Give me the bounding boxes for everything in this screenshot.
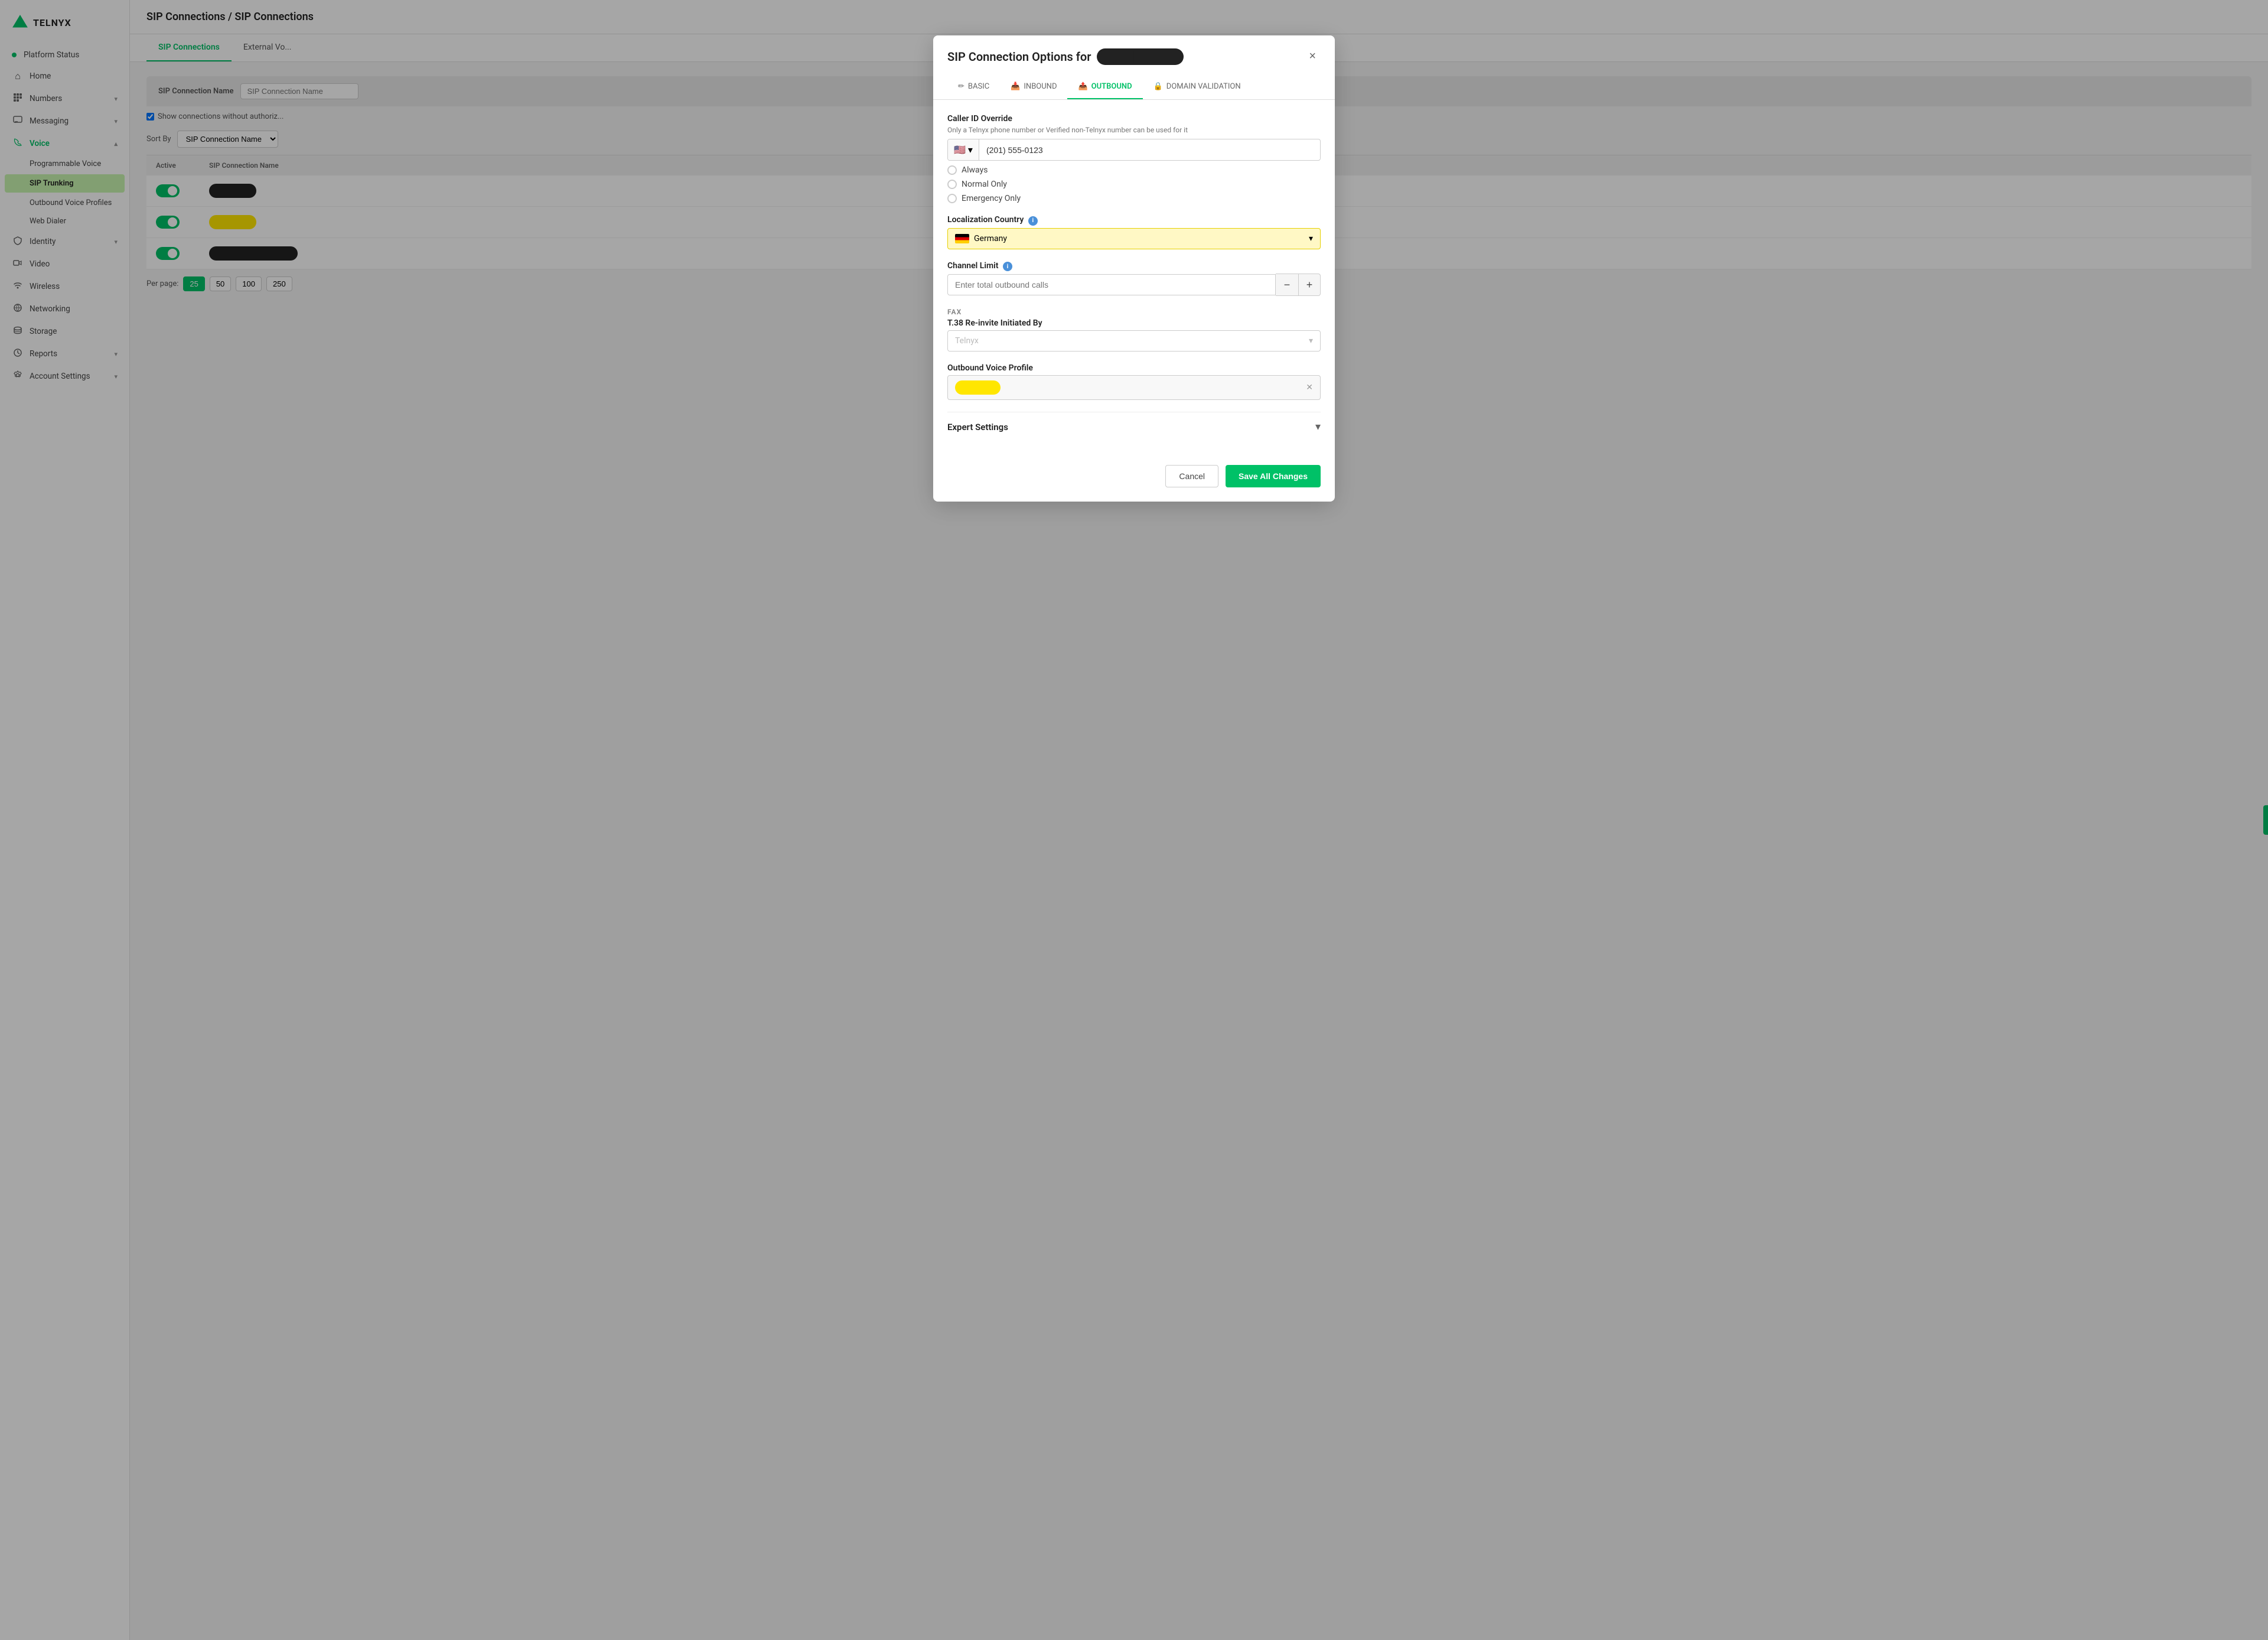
phone-input-row: 🇺🇸 ▾	[947, 139, 1321, 161]
modal-close-button[interactable]: ×	[1304, 47, 1321, 66]
localization-label: Localization Country i	[947, 215, 1321, 226]
modal-sip-connection-options: SIP Connection Options for ████████ × ✏ …	[933, 35, 1335, 502]
radio-emergency-only-circle	[947, 194, 957, 203]
inbound-icon: 📥	[1011, 82, 1020, 91]
chevron-down-icon: ▾	[968, 144, 973, 155]
country-name: Germany	[974, 234, 1007, 243]
germany-flag-icon	[955, 234, 969, 243]
channel-decrement-button[interactable]: −	[1276, 274, 1298, 296]
expert-settings-row[interactable]: Expert Settings ▾	[947, 412, 1321, 441]
caller-id-group: Caller ID Override Only a Telnyx phone n…	[947, 114, 1321, 203]
radio-always[interactable]: Always	[947, 165, 1321, 175]
tab-inbound[interactable]: 📥 INBOUND	[1000, 75, 1067, 99]
channel-limit-label: Channel Limit i	[947, 261, 1321, 272]
channel-limit-row: − +	[947, 274, 1321, 296]
modal-header: SIP Connection Options for ████████ ×	[933, 35, 1335, 66]
localization-group: Localization Country i Germany ▾	[947, 215, 1321, 249]
phone-flag-dropdown[interactable]: 🇺🇸 ▾	[948, 139, 979, 160]
outbound-voice-profile-group: Outbound Voice Profile ████ ✕	[947, 363, 1321, 400]
outbound-icon: 📤	[1078, 82, 1087, 91]
modal-connection-name: ████████	[1097, 48, 1184, 65]
radio-always-circle	[947, 165, 957, 175]
tab-basic-label: BASIC	[968, 82, 989, 91]
us-flag-icon: 🇺🇸	[954, 144, 966, 155]
tab-domain-label: DOMAIN VALIDATION	[1166, 82, 1241, 91]
localization-country-dropdown[interactable]: Germany ▾	[947, 228, 1321, 249]
modal-title-text: SIP Connection Options for	[947, 50, 1091, 64]
save-all-changes-button[interactable]: Save All Changes	[1226, 465, 1321, 487]
fax-section-label: FAX	[947, 308, 1321, 316]
caller-id-sublabel: Only a Telnyx phone number or Verified n…	[947, 126, 1321, 134]
tab-inbound-label: INBOUND	[1024, 82, 1057, 91]
tab-basic[interactable]: ✏ BASIC	[947, 75, 1000, 99]
modal-overlay[interactable]: SIP Connection Options for ████████ × ✏ …	[0, 0, 2268, 1640]
voice-profile-pill: ████	[955, 380, 1001, 395]
pencil-icon: ✏	[958, 82, 964, 91]
domain-icon: 🔒	[1153, 82, 1163, 91]
expert-chevron-down-icon: ▾	[1315, 421, 1321, 433]
channel-limit-input[interactable]	[947, 274, 1276, 295]
modal-footer: Cancel Save All Changes	[933, 455, 1335, 502]
modal-tabs: ✏ BASIC 📥 INBOUND 📤 OUTBOUND 🔒 DOMAIN VA…	[933, 75, 1335, 100]
info-icon[interactable]: i	[1028, 216, 1038, 226]
radio-normal-only[interactable]: Normal Only	[947, 180, 1321, 189]
caller-id-label: Caller ID Override	[947, 114, 1321, 123]
cancel-button[interactable]: Cancel	[1165, 465, 1218, 487]
radio-normal-only-label: Normal Only	[962, 180, 1007, 189]
tab-domain-validation[interactable]: 🔒 DOMAIN VALIDATION	[1143, 75, 1252, 99]
modal-title: SIP Connection Options for ████████	[947, 48, 1184, 65]
remove-voice-profile-button[interactable]: ✕	[1306, 383, 1313, 392]
radio-emergency-only-label: Emergency Only	[962, 194, 1021, 203]
chevron-down-icon: ▾	[1309, 336, 1313, 346]
fax-placeholder: Telnyx	[955, 336, 979, 346]
radio-always-label: Always	[962, 165, 988, 175]
country-flag-text: Germany	[955, 234, 1007, 243]
radio-emergency-only[interactable]: Emergency Only	[947, 194, 1321, 203]
info-icon[interactable]: i	[1003, 262, 1012, 271]
modal-body: Caller ID Override Only a Telnyx phone n…	[933, 100, 1335, 455]
tab-outbound-label: OUTBOUND	[1091, 82, 1132, 91]
tab-outbound[interactable]: 📤 OUTBOUND	[1067, 75, 1142, 99]
phone-number-input[interactable]	[979, 141, 1320, 160]
radio-normal-only-circle	[947, 180, 957, 189]
outbound-voice-profile-label: Outbound Voice Profile	[947, 363, 1321, 373]
fax-field-label: T.38 Re-invite Initiated By	[947, 318, 1321, 328]
expert-settings-label: Expert Settings	[947, 422, 1008, 432]
chevron-down-icon: ▾	[1309, 234, 1313, 243]
voice-profile-field: ████ ✕	[947, 375, 1321, 400]
radio-group-caller-id: Always Normal Only Emergency Only	[947, 165, 1321, 203]
fax-dropdown[interactable]: Telnyx ▾	[947, 330, 1321, 352]
channel-limit-group: Channel Limit i − +	[947, 261, 1321, 297]
fax-group: FAX T.38 Re-invite Initiated By Telnyx ▾	[947, 308, 1321, 352]
channel-increment-button[interactable]: +	[1298, 274, 1321, 296]
